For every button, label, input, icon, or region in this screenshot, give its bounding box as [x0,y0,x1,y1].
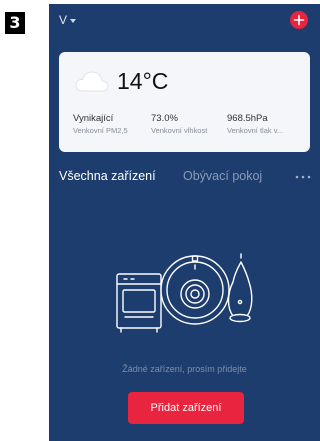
home-name: V [59,13,68,27]
stat-value: 73.0% [151,113,178,124]
stat-value: Vynikající [73,113,114,124]
add-device-button[interactable]: Přidat zařízení [128,392,244,424]
step-number-badge: 3 [5,12,25,34]
room-tabs: Všechna zařízení Obývací pokoj [49,164,320,190]
empty-state-message: Žádné zařízení, prosím přidejte [122,364,247,374]
stat-label: Venkovní vlhkost [151,126,208,135]
stat-pressure: 968.5hPa Venkovní tlak v... [227,113,283,135]
more-dots-icon[interactable] [293,173,313,181]
app-screen: V 14°C Vynikající Venkovní PM2,5 73.0% V… [49,4,320,441]
cloud-icon [75,71,109,92]
stat-humidity: 73.0% Venkovní vlhkost [151,113,207,135]
stat-label: Venkovní PM2,5 [73,126,128,135]
top-bar: V [49,4,320,38]
temperature: 14°C [117,68,169,94]
stat-value: 968.5hPa [227,113,268,124]
stat-label: Venkovní tlak v... [227,126,284,135]
tab-all-devices[interactable]: Všechna zařízení [59,169,156,183]
tab-living-room[interactable]: Obývací pokoj [183,169,262,183]
devices-illustration [116,253,253,333]
weather-card[interactable]: 14°C Vynikající Venkovní PM2,5 73.0% Ven… [59,52,310,152]
home-selector[interactable]: V [59,13,77,27]
stat-pm25: Vynikající Venkovní PM2,5 [73,113,128,135]
plus-icon [293,14,305,26]
chevron-down-icon [70,18,77,23]
add-button[interactable] [290,11,308,29]
